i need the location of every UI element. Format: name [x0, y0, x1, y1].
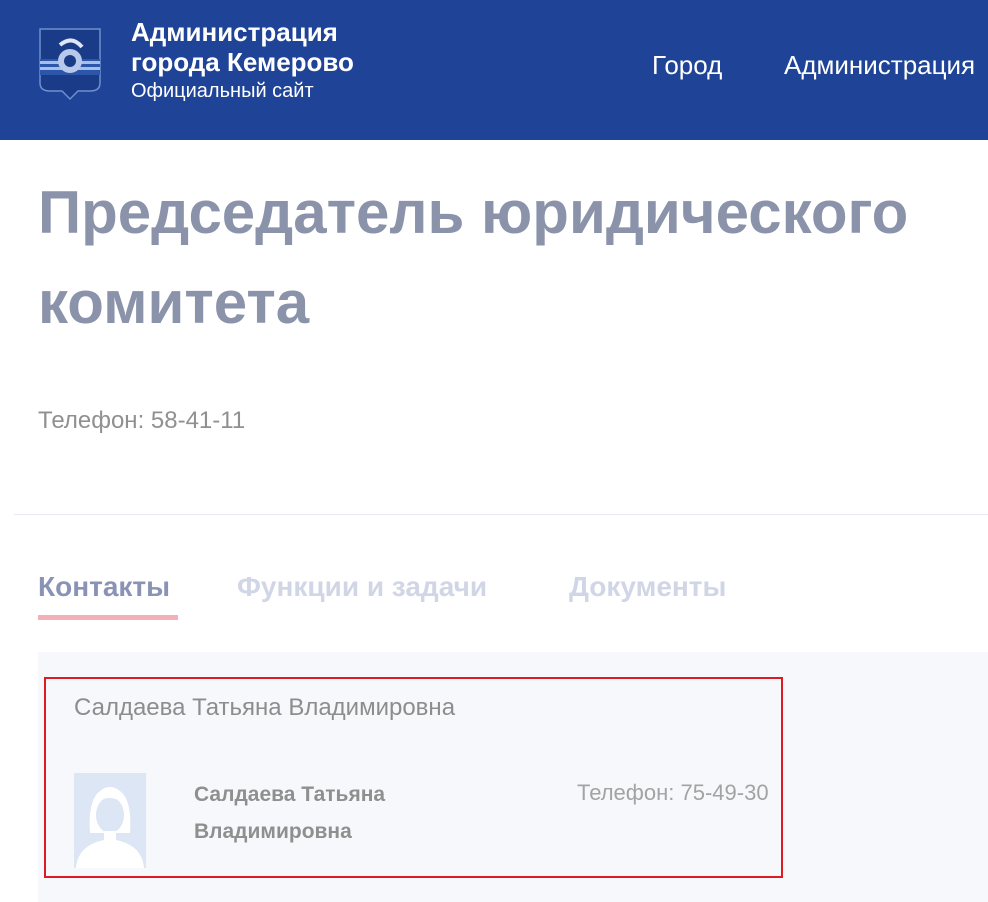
- tab-documents[interactable]: Документы: [569, 570, 726, 604]
- person-name-line1: Салдаева Татьяна: [194, 783, 386, 806]
- female-avatar-placeholder-icon: [74, 773, 146, 868]
- tab-contacts[interactable]: Контакты: [38, 570, 170, 604]
- city-coat-of-arms-logo[interactable]: [38, 25, 102, 101]
- person-name-link[interactable]: Салдаева Татьяна Владимировна: [194, 776, 454, 850]
- site-title-line1: Администрация: [131, 17, 338, 47]
- site-subtitle: Официальный сайт: [131, 80, 314, 102]
- section-divider: [14, 514, 988, 515]
- page-title: Председатель юридического комитета: [38, 179, 909, 336]
- site-title-line2: города Кемерово: [131, 47, 354, 77]
- site-header: Администрация города Кемерово Официальны…: [0, 0, 988, 140]
- committee-phone: Телефон: 58-41-11: [38, 407, 246, 434]
- contact-card-title: Салдаева Татьяна Владимировна: [74, 694, 456, 721]
- nav-item-administration[interactable]: Администрация: [784, 50, 975, 80]
- person-phone: Телефон: 75-49-30: [577, 780, 769, 805]
- site-title: Администрация города Кемерово: [131, 17, 354, 77]
- tab-functions-and-tasks[interactable]: Функции и задачи: [237, 570, 487, 604]
- person-name-line2: Владимировна: [194, 820, 352, 843]
- active-tab-indicator: [38, 615, 178, 620]
- nav-item-city[interactable]: Город: [652, 50, 722, 80]
